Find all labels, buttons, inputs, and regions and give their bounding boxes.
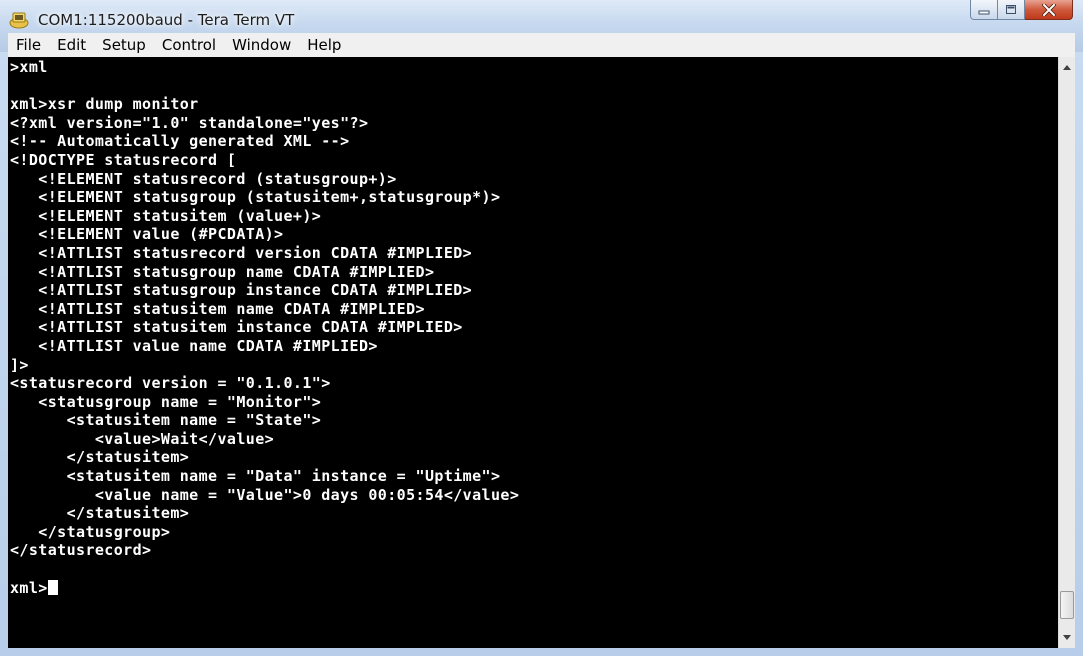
terminal-line: <!ELEMENT statusgroup (statusitem+,statu…: [10, 188, 501, 207]
close-button[interactable]: [1025, 0, 1073, 20]
minimize-icon: [978, 10, 990, 14]
maximize-icon: [1006, 5, 1016, 14]
terminal-line: </statusgroup>: [10, 522, 171, 541]
terminal-line: <!ELEMENT value (#PCDATA)>: [10, 225, 284, 244]
scroll-thumb[interactable]: [1060, 591, 1074, 619]
menu-edit[interactable]: Edit: [49, 34, 94, 56]
terminal-line: <!ATTLIST statusgroup name CDATA #IMPLIE…: [10, 262, 435, 281]
window-controls: [970, 0, 1073, 26]
text-cursor: [47, 579, 58, 595]
maximize-button[interactable]: [998, 0, 1025, 20]
terminal-line: <statusitem name = "Data" instance = "Up…: [10, 467, 501, 486]
terminal-line: </statusitem>: [10, 448, 190, 467]
scroll-up-button[interactable]: [1059, 59, 1075, 76]
terminal-line: <value name = "Value">0 days 00:05:54</v…: [10, 485, 520, 504]
menu-help[interactable]: Help: [299, 34, 349, 56]
terminal-line: <!ATTLIST value name CDATA #IMPLIED>: [10, 336, 378, 355]
arrow-down-icon: [1063, 635, 1071, 640]
terminal-line: <!ELEMENT statusrecord (statusgroup+)>: [10, 169, 397, 188]
terminal-output: >xml xml>xsr dump monitor <?xml version=…: [10, 58, 519, 597]
tera-term-icon[interactable]: [8, 8, 30, 30]
terminal-line: xml>xsr dump monitor: [10, 95, 199, 114]
terminal-line: <value>Wait</value>: [10, 429, 275, 448]
tera-term-window: COM1:115200baud - Tera Term VT File Edit…: [0, 0, 1083, 656]
terminal-line: <!-- Automatically generated XML -->: [10, 132, 350, 151]
terminal-line: <!ELEMENT statusitem (value+)>: [10, 206, 322, 225]
terminal-line: <!ATTLIST statusitem instance CDATA #IMP…: [10, 318, 463, 337]
terminal-prompt: xml>: [10, 578, 48, 597]
terminal-line: <!ATTLIST statusgroup instance CDATA #IM…: [10, 281, 473, 300]
minimize-button[interactable]: [970, 0, 998, 20]
menu-setup[interactable]: Setup: [94, 34, 154, 56]
menu-bar: File Edit Setup Control Window Help: [8, 33, 1075, 58]
terminal-line: </statusitem>: [10, 504, 190, 523]
vertical-scrollbar[interactable]: [1058, 57, 1075, 648]
menu-file[interactable]: File: [8, 34, 49, 56]
window-title: COM1:115200baud - Tera Term VT: [38, 11, 295, 29]
terminal-line: <statusrecord version = "0.1.0.1">: [10, 374, 331, 393]
terminal-line: <!ATTLIST statusrecord version CDATA #IM…: [10, 243, 473, 262]
terminal-line: >xml: [10, 58, 48, 76]
scroll-down-button[interactable]: [1059, 629, 1075, 646]
terminal-screen[interactable]: >xml xml>xsr dump monitor <?xml version=…: [8, 57, 1058, 648]
menu-control[interactable]: Control: [154, 34, 224, 56]
terminal-line: ]>: [10, 355, 29, 374]
terminal-line: <statusgroup name = "Monitor">: [10, 392, 322, 411]
terminal-line: <!ATTLIST statusitem name CDATA #IMPLIED…: [10, 299, 425, 318]
terminal-line: <?xml version="1.0" standalone="yes"?>: [10, 113, 369, 132]
arrow-up-icon: [1063, 65, 1071, 70]
menu-window[interactable]: Window: [224, 34, 299, 56]
terminal-line: <statusitem name = "State">: [10, 411, 322, 430]
close-icon: [1041, 3, 1056, 16]
terminal-line: </statusrecord>: [10, 541, 152, 560]
terminal-line: <!DOCTYPE statusrecord [: [10, 150, 237, 169]
